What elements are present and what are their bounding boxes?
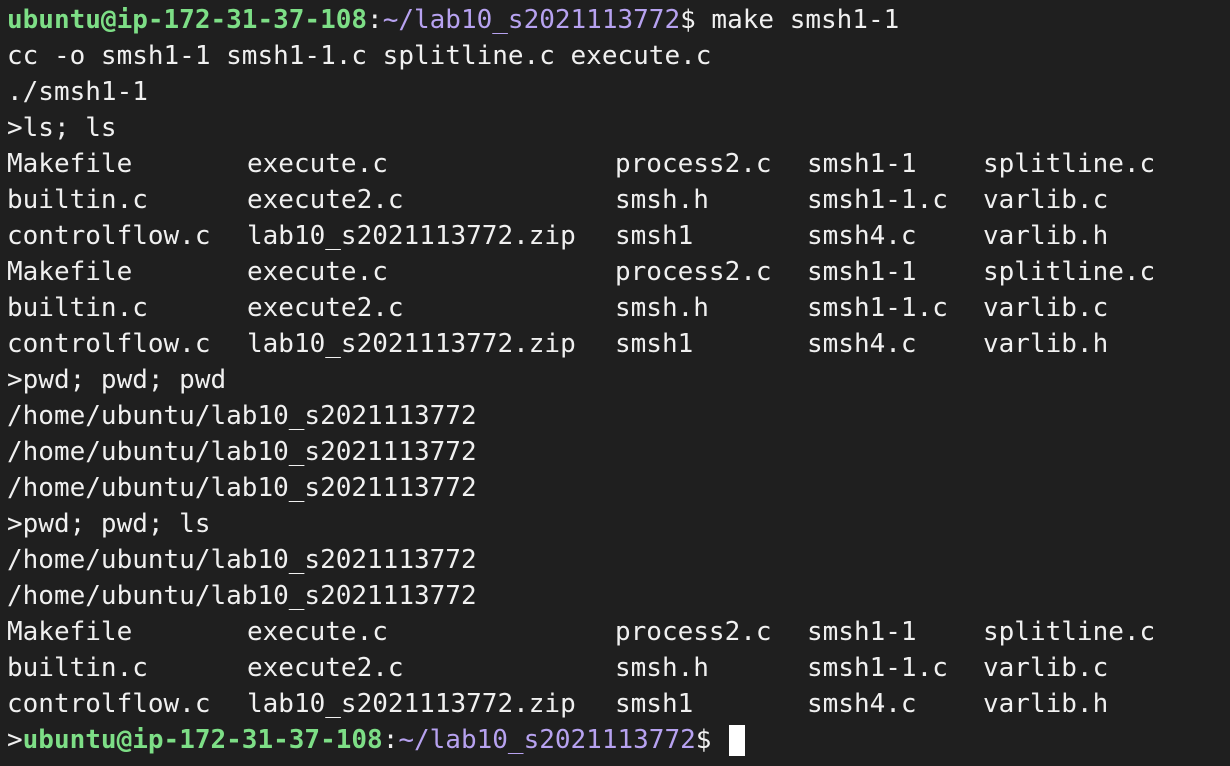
- ls-entry: lab10_s2021113772.zip: [247, 329, 576, 359]
- smsh-command-line: >pwd; pwd; ls: [7, 509, 211, 539]
- make-command: make smsh1-1: [711, 5, 900, 35]
- ls-row: controlflow.c lab10_s2021113772.zip smsh…: [7, 218, 1230, 254]
- ls-entry: smsh4.c: [807, 689, 917, 719]
- terminal-window[interactable]: ubuntu@ip-172-31-37-108:~/lab10_s2021113…: [0, 0, 1230, 766]
- ls-entry: execute2.c: [247, 653, 404, 683]
- ls-entry: smsh.h: [615, 185, 709, 215]
- ls-entry: smsh1-1: [807, 149, 917, 179]
- ls-entry: smsh1-1.c: [807, 653, 948, 683]
- ls-entry: execute.c: [247, 149, 388, 179]
- prompt-user-host: ubuntu@ip-172-31-37-108: [7, 5, 368, 35]
- ls-entry: smsh1-1: [807, 257, 917, 287]
- pwd-output-line: /home/ubuntu/lab10_s2021113772: [7, 401, 477, 431]
- ls-entry: builtin.c: [7, 653, 148, 683]
- ls-entry: splitline.c: [983, 617, 1156, 647]
- ls-entry: smsh1-1.c: [807, 293, 948, 323]
- ls-entry: smsh1: [615, 689, 694, 719]
- run-command-line: ./smsh1-1: [7, 77, 148, 107]
- smsh-command-line: >ls; ls: [7, 113, 117, 143]
- ls-row: Makefile execute.c process2.c smsh1-1 sp…: [7, 254, 1230, 290]
- ls-row: Makefile execute.c process2.c smsh1-1 sp…: [7, 614, 1230, 650]
- ls-row: builtin.c execute2.c smsh.h smsh1-1.c va…: [7, 650, 1230, 686]
- ls-entry: builtin.c: [7, 185, 148, 215]
- pwd-output-line: /home/ubuntu/lab10_s2021113772: [7, 437, 477, 467]
- ls-entry: controlflow.c: [7, 329, 211, 359]
- ls-entry: smsh1-1: [807, 617, 917, 647]
- prompt-path: ~/lab10_s2021113772: [382, 5, 681, 35]
- ls-entry: smsh1-1.c: [807, 185, 948, 215]
- ls-entry: execute2.c: [247, 185, 404, 215]
- ls-entry: Makefile: [7, 617, 133, 647]
- compile-output-line: cc -o smsh1-1 smsh1-1.c splitline.c exec…: [7, 41, 712, 71]
- ls-entry: varlib.c: [983, 185, 1109, 215]
- ls-entry: execute.c: [247, 257, 388, 287]
- prompt-colon: :: [367, 5, 383, 35]
- ls-entry: lab10_s2021113772.zip: [247, 221, 576, 251]
- prompt-user-host: ubuntu@ip-172-31-37-108: [22, 725, 383, 755]
- ls-entry: varlib.h: [983, 329, 1109, 359]
- prompt-symbol: $: [695, 725, 728, 755]
- ls-entry: smsh.h: [615, 653, 709, 683]
- text-cursor[interactable]: [729, 725, 746, 756]
- ls-entry: controlflow.c: [7, 689, 211, 719]
- ls-entry: splitline.c: [983, 257, 1156, 287]
- ls-row: controlflow.c lab10_s2021113772.zip smsh…: [7, 326, 1230, 362]
- ls-entry: process2.c: [615, 257, 772, 287]
- ls-entry: varlib.c: [983, 293, 1109, 323]
- ls-entry: controlflow.c: [7, 221, 211, 251]
- ls-row: builtin.c execute2.c smsh.h smsh1-1.c va…: [7, 182, 1230, 218]
- ls-entry: smsh.h: [615, 293, 709, 323]
- ls-entry: smsh4.c: [807, 329, 917, 359]
- ls-entry: smsh1: [615, 221, 694, 251]
- ls-entry: splitline.c: [983, 149, 1156, 179]
- ls-entry: varlib.c: [983, 653, 1109, 683]
- ls-entry: builtin.c: [7, 293, 148, 323]
- pwd-output-line: /home/ubuntu/lab10_s2021113772: [7, 581, 477, 611]
- ls-entry: Makefile: [7, 257, 133, 287]
- ls-entry: execute.c: [247, 617, 388, 647]
- smsh-prompt-prefix: >: [7, 725, 23, 755]
- pwd-output-line: /home/ubuntu/lab10_s2021113772: [7, 473, 477, 503]
- ls-entry: Makefile: [7, 149, 133, 179]
- ls-entry: smsh4.c: [807, 221, 917, 251]
- current-prompt-line[interactable]: >ubuntu@ip-172-31-37-108:~/lab10_s202111…: [7, 722, 1230, 758]
- ls-row: builtin.c execute2.c smsh.h smsh1-1.c va…: [7, 290, 1230, 326]
- prompt-line: ubuntu@ip-172-31-37-108:~/lab10_s2021113…: [7, 2, 1230, 38]
- prompt-colon: :: [382, 725, 399, 755]
- ls-entry: process2.c: [615, 617, 772, 647]
- ls-entry: varlib.h: [983, 221, 1109, 251]
- ls-row: Makefile execute.c process2.c smsh1-1 sp…: [7, 146, 1230, 182]
- ls-output-block: Makefile execute.c process2.c smsh1-1 sp…: [7, 614, 1230, 722]
- ls-output-block: Makefile execute.c process2.c smsh1-1 sp…: [7, 146, 1230, 362]
- ls-row: controlflow.c lab10_s2021113772.zip smsh…: [7, 686, 1230, 722]
- ls-entry: smsh1: [615, 329, 694, 359]
- pwd-output-line: /home/ubuntu/lab10_s2021113772: [7, 545, 477, 575]
- ls-entry: execute2.c: [247, 293, 404, 323]
- ls-entry: varlib.h: [983, 689, 1109, 719]
- prompt-symbol: $: [680, 5, 712, 35]
- smsh-command-line: >pwd; pwd; pwd: [7, 365, 227, 395]
- prompt-path: ~/lab10_s2021113772: [398, 725, 696, 755]
- ls-entry: process2.c: [615, 149, 772, 179]
- ls-entry: lab10_s2021113772.zip: [247, 689, 576, 719]
